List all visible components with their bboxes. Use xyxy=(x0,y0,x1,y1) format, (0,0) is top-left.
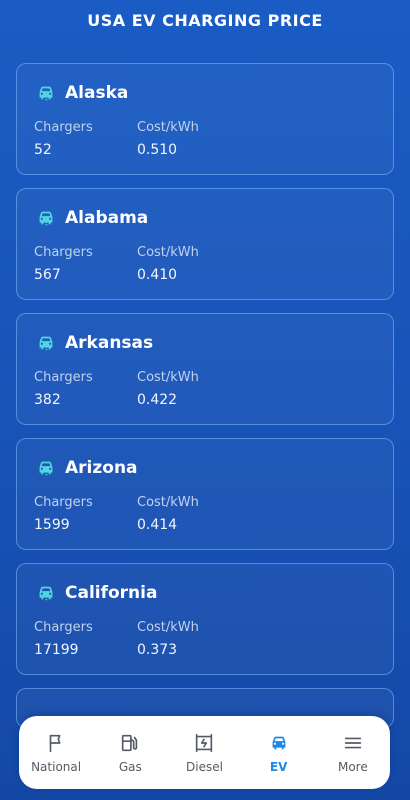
cost-value: 0.373 xyxy=(137,642,178,658)
nav-ev[interactable]: EV xyxy=(243,732,315,774)
gas-pump-icon xyxy=(122,734,138,751)
cost-label: Cost/kWh xyxy=(137,620,199,635)
chargers-value: 52 xyxy=(34,142,52,158)
chargers-value: 1599 xyxy=(34,517,70,533)
chargers-label: Chargers xyxy=(34,245,93,260)
cost-value: 0.414 xyxy=(137,517,178,533)
state-name: Arkansas xyxy=(65,333,154,353)
state-name: California xyxy=(65,583,158,603)
nav-label: EV xyxy=(269,759,288,774)
chargers-label: Chargers xyxy=(34,495,93,510)
state-card-california[interactable]: California Chargers 17199 Cost/kWh 0.373 xyxy=(16,563,394,675)
nav-label: National xyxy=(31,759,82,774)
state-name: Arizona xyxy=(65,458,138,478)
ev-car-icon xyxy=(35,82,57,104)
state-list[interactable]: Alaska Chargers 52 Cost/kWh 0.510 Alabam… xyxy=(16,63,394,728)
cost-value: 0.510 xyxy=(137,142,178,158)
nav-national[interactable]: National xyxy=(20,732,92,774)
nav-label: More xyxy=(337,759,368,774)
state-name: Alaska xyxy=(65,83,129,103)
bottom-nav: National Gas Diesel EV More xyxy=(19,716,390,789)
cost-value: 0.410 xyxy=(137,267,178,283)
state-name: Alabama xyxy=(65,208,149,228)
state-card-alabama[interactable]: Alabama Chargers 567 Cost/kWh 0.410 xyxy=(16,188,394,300)
app-header: USA EV CHARGING PRICE xyxy=(0,0,410,40)
chargers-value: 17199 xyxy=(34,642,79,658)
state-card-arkansas[interactable]: Arkansas Chargers 382 Cost/kWh 0.422 xyxy=(16,313,394,425)
chargers-value: 567 xyxy=(34,267,61,283)
menu-icon xyxy=(344,737,362,748)
state-card-arizona[interactable]: Arizona Chargers 1599 Cost/kWh 0.414 xyxy=(16,438,394,550)
diesel-icon xyxy=(196,733,213,752)
chargers-label: Chargers xyxy=(34,120,93,135)
nav-diesel[interactable]: Diesel xyxy=(168,732,240,774)
ev-car-icon xyxy=(35,207,57,229)
chargers-label: Chargers xyxy=(34,620,93,635)
chargers-label: Chargers xyxy=(34,370,93,385)
nav-gas[interactable]: Gas xyxy=(94,732,166,774)
cost-label: Cost/kWh xyxy=(137,120,199,135)
ev-car-icon xyxy=(272,736,286,749)
chargers-value: 382 xyxy=(34,392,61,408)
cost-value: 0.422 xyxy=(137,392,178,408)
state-card-alaska[interactable]: Alaska Chargers 52 Cost/kWh 0.510 xyxy=(16,63,394,175)
ev-car-icon xyxy=(35,332,57,354)
cost-label: Cost/kWh xyxy=(137,245,199,260)
cost-label: Cost/kWh xyxy=(137,495,199,510)
nav-label: Gas xyxy=(118,759,142,774)
nav-label: Diesel xyxy=(186,759,223,774)
nav-more[interactable]: More xyxy=(317,732,389,774)
flag-icon xyxy=(49,734,61,752)
page-title: USA EV CHARGING PRICE xyxy=(87,10,323,30)
ev-car-icon xyxy=(35,457,57,479)
ev-car-icon xyxy=(35,582,57,604)
cost-label: Cost/kWh xyxy=(137,370,199,385)
